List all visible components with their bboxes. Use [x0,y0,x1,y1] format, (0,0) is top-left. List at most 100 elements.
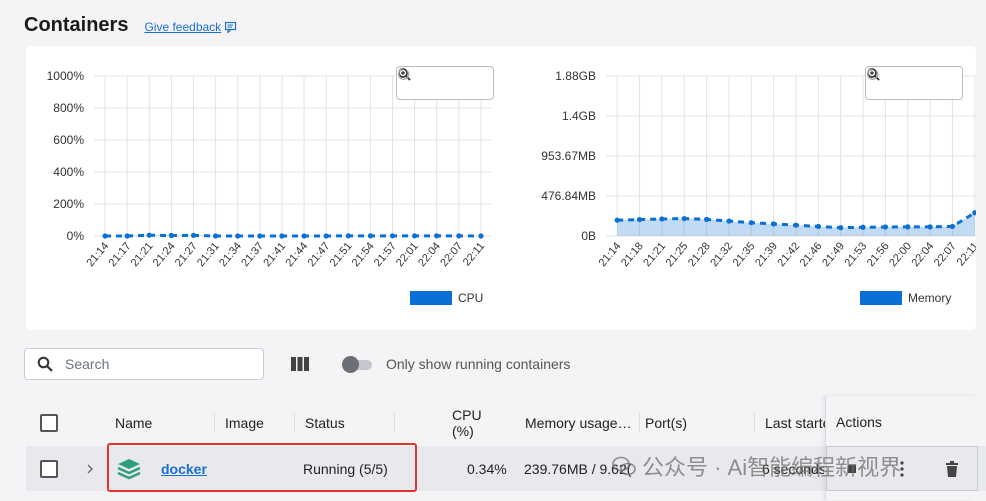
search-icon [37,356,53,372]
data-point [659,216,665,222]
x-tick-label: 21:28 [686,240,713,269]
x-tick-label: 21:54 [350,240,377,269]
x-tick-label: 21:56 [865,240,892,269]
memory-legend-label: Memory [908,291,952,305]
x-tick-label: 21:35 [731,240,758,269]
give-feedback-link[interactable]: Give feedback [144,20,237,34]
actions-column: Actions [825,396,978,500]
y-tick-label: 0B [581,229,596,243]
x-tick-label: 21:21 [129,240,156,269]
zoom-out-icon[interactable] [398,68,457,95]
y-tick-label: 1000% [47,69,85,83]
search-input[interactable] [65,356,245,372]
cpu-cell: 0.34% [467,446,507,491]
data-point [771,221,777,227]
x-tick-label: 21:44 [283,240,310,269]
running-only-toggle[interactable] [342,356,374,373]
x-tick-label: 21:32 [708,240,735,269]
data-point [478,233,484,239]
cpu-legend-label: CPU [458,291,484,305]
data-point [456,233,462,239]
y-tick-label: 0% [67,229,85,243]
data-point [389,233,396,239]
x-tick-label: 21:39 [753,240,780,269]
page-header: Containers Give feedback [24,10,237,40]
x-tick-label: 21:42 [775,240,802,269]
x-tick-label: 21:31 [195,240,222,269]
select-all-checkbox-cell [40,403,58,443]
data-point [190,232,197,238]
data-point [345,233,351,239]
data-point [301,233,307,239]
x-tick-label: 22:11 [955,240,976,268]
data-point [748,220,754,226]
y-tick-label: 1.4GB [562,109,596,123]
x-tick-label: 22:07 [932,240,959,269]
column-header-ports[interactable]: Port(s) [645,403,755,443]
expand-chevron-icon[interactable] [86,446,94,491]
data-point [257,233,263,239]
stats-charts-panel: 1000% 800% 600% 400% 200% 0% 21:14 21:17 21:21 21… [26,46,976,330]
data-point [235,233,241,239]
wechat-icon [612,456,636,476]
row-checkbox-cell [40,446,58,491]
x-tick-label: 21:49 [820,240,847,269]
data-point [146,232,152,238]
delete-icon[interactable] [942,459,962,479]
data-point [681,215,687,222]
data-point [323,233,329,239]
column-header-status[interactable]: Status [305,403,395,443]
x-tick-label: 22:00 [887,240,914,269]
column-header-memory[interactable]: Memory usage… [525,403,640,443]
select-all-checkbox[interactable] [40,414,58,432]
row-checkbox[interactable] [40,459,58,478]
x-tick-label: 21:57 [372,240,399,269]
column-header-actions: Actions [836,414,882,430]
data-point [434,233,440,239]
cpu-value: 0.34% [467,460,507,477]
data-point [815,223,821,230]
toggle-knob [342,356,359,373]
data-point [367,233,373,239]
column-header-image[interactable]: Image [225,403,295,443]
data-point [636,216,643,223]
reset-zoom-icon[interactable] [397,67,485,95]
column-header-name[interactable]: Name [115,403,215,443]
data-point [838,225,844,231]
x-tick-label: 21:14 [597,240,624,269]
feedback-icon [225,21,237,33]
columns-icon[interactable] [288,352,312,376]
x-tick-label: 22:01 [394,240,421,269]
y-tick-label: 200% [53,197,84,211]
y-tick-label: 476.84MB [541,189,596,203]
data-point [793,222,799,228]
x-tick-label: 21:53 [842,240,869,269]
x-tick-label: 22:11 [461,240,487,268]
search-box [24,348,264,380]
memory-zoom-controls [865,66,963,100]
reset-zoom-icon[interactable] [866,67,954,95]
x-tick-label: 21:21 [641,240,668,269]
cpu-legend: CPU [410,291,483,305]
x-tick-label: 21:24 [151,240,178,269]
data-point [102,233,108,239]
memory-legend-swatch [860,291,902,305]
x-tick-label: 22:04 [910,240,937,269]
x-tick-label: 21:41 [261,240,288,269]
column-header-last-started[interactable]: Last starte [765,403,825,443]
data-point [703,216,710,222]
data-point [213,233,219,239]
y-tick-label: 953.67MB [541,149,596,163]
series-line [105,233,481,238]
y-tick-label: 600% [53,133,84,147]
data-point [905,224,911,230]
running-only-label: Only show running containers [386,356,571,372]
column-header-cpu[interactable]: CPU (%) [452,403,507,443]
x-tick-label: 21:18 [619,240,646,269]
x-tick-label: 21:34 [217,240,244,269]
zoom-out-icon[interactable] [867,68,926,95]
data-point [124,233,130,239]
data-point [949,223,956,230]
x-tick-label: 21:25 [664,240,691,269]
memory-chart: 1.88GB 1.4GB 953.67MB 476.84MB 0B 21:14 21:18 2… [496,46,976,330]
